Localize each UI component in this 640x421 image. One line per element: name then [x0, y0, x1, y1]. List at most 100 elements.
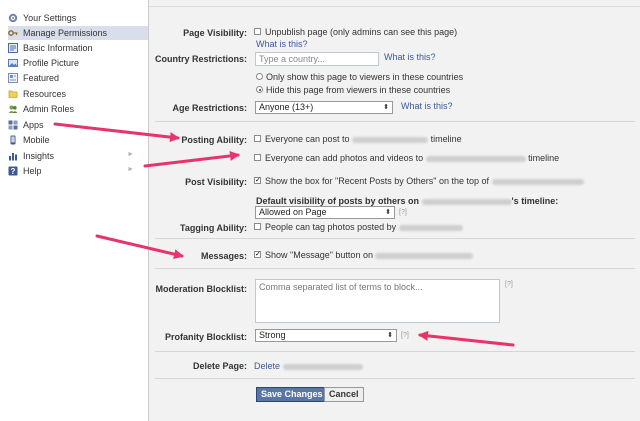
admin-roles-icon: [8, 104, 18, 114]
sidebar-item-admin-roles[interactable]: Admin Roles: [8, 102, 148, 116]
option-text: Everyone can add photos and videos to: [265, 153, 424, 163]
option-text: Show "Message" button on: [265, 250, 373, 260]
select-caret-icon: ⬍: [383, 104, 389, 111]
default-visibility-value: Allowed on Page: [259, 207, 327, 217]
sidebar-item-label: Manage Permissions: [23, 28, 108, 38]
profanity-blocklist-value: Strong: [259, 330, 286, 340]
only-show-countries-radio[interactable]: [256, 73, 263, 80]
page-visibility-help-link[interactable]: What is this?: [256, 39, 308, 49]
age-restrictions-help-link[interactable]: What is this?: [401, 101, 453, 111]
moderation-blocklist-textarea[interactable]: Comma separated list of terms to block..…: [255, 279, 500, 323]
sidebar-item-basic-information[interactable]: Basic Information: [8, 41, 148, 55]
save-changes-button[interactable]: Save Changes: [256, 387, 328, 402]
recent-posts-box-checkbox[interactable]: ✓: [254, 177, 261, 184]
sidebar-item-label: Insights: [23, 151, 55, 161]
sidebar-item-manage-permissions[interactable]: Manage Permissions: [8, 26, 148, 40]
age-restrictions-label: Age Restrictions:: [172, 103, 247, 113]
everyone-can-add-photos-text: Everyone can add photos and videos to ti…: [265, 153, 559, 163]
sidebar-item-label: Basic Information: [23, 43, 93, 53]
page-visibility-label: Page Visibility:: [183, 28, 247, 38]
moderation-blocklist-label: Moderation Blocklist:: [155, 284, 247, 294]
sidebar-item-resources[interactable]: Resources: [8, 87, 148, 101]
svg-text:?: ?: [11, 167, 16, 176]
redacted-page-name: [282, 363, 363, 370]
permissions-panel: Page Visibility: Unpublish page (only ad…: [148, 0, 640, 421]
sidebar: Your Settings Manage Permissions Basic I…: [0, 0, 148, 421]
help-marker[interactable]: [?]: [401, 332, 409, 339]
option-text: 's timeline:: [511, 196, 559, 206]
help-icon: ?: [8, 166, 18, 176]
chevron-right-icon: ►: [127, 166, 134, 173]
unpublish-page-text: Unpublish page (only admins can see this…: [265, 27, 458, 37]
divider: [149, 6, 640, 7]
everyone-can-post-text: Everyone can post to timeline: [265, 134, 462, 144]
recent-posts-box-text: Show the box for "Recent Posts by Others…: [265, 176, 584, 186]
people-can-tag-text: People can tag photos posted by: [265, 222, 463, 232]
option-text: timeline: [528, 153, 560, 163]
tagging-ability-label: Tagging Ability:: [180, 223, 247, 233]
mobile-icon: [8, 135, 18, 145]
sidebar-item-insights[interactable]: Insights ►: [8, 149, 148, 163]
key-icon: [8, 28, 18, 38]
country-restrictions-help-link[interactable]: What is this?: [384, 52, 436, 62]
sidebar-item-label: Featured: [23, 73, 60, 83]
option-text: Show the box for "Recent Posts by Others…: [265, 176, 490, 186]
redacted-page-name: [352, 136, 429, 143]
redacted-page-name: [425, 155, 526, 162]
option-text: Default visibility of posts by others on: [256, 196, 420, 206]
only-show-countries-text: Only show this page to viewers in these …: [266, 72, 464, 82]
option-text: People can tag photos posted by: [265, 222, 397, 232]
picture-icon: [8, 58, 18, 68]
everyone-can-post-checkbox[interactable]: [254, 135, 261, 142]
sidebar-item-featured[interactable]: Featured: [8, 71, 148, 85]
divider: [155, 268, 635, 269]
divider: [155, 351, 635, 352]
redacted-page-name: [491, 178, 584, 185]
gear-icon: [8, 13, 18, 23]
show-message-button-text: Show "Message" button on: [265, 250, 474, 260]
info-icon: [8, 43, 18, 53]
help-marker[interactable]: [?]: [505, 281, 513, 288]
sidebar-item-mobile[interactable]: Mobile: [8, 133, 148, 147]
sidebar-item-label: Profile Picture: [23, 58, 80, 68]
age-restrictions-select[interactable]: Anyone (13+) ⬍: [255, 101, 393, 114]
redacted-page-name: [398, 224, 463, 231]
help-marker[interactable]: [?]: [399, 209, 407, 216]
hide-countries-radio[interactable]: [256, 86, 263, 93]
country-input[interactable]: Type a country...: [255, 52, 379, 66]
select-caret-icon: ⬍: [385, 209, 391, 216]
delete-page-label: Delete Page:: [192, 361, 247, 371]
cancel-button[interactable]: Cancel: [324, 387, 364, 402]
sidebar-item-help[interactable]: ? Help ►: [8, 164, 148, 178]
default-visibility-text: Default visibility of posts by others on…: [256, 196, 558, 206]
apps-icon: [8, 120, 18, 130]
redacted-page-name: [421, 198, 512, 205]
country-restrictions-label: Country Restrictions:: [154, 54, 247, 64]
sidebar-item-profile-picture[interactable]: Profile Picture: [8, 56, 148, 70]
sidebar-item-label: Your Settings: [23, 13, 77, 23]
messages-label: Messages:: [200, 251, 247, 261]
redacted-page-name: [375, 252, 474, 259]
option-text: Everyone can post to: [265, 134, 350, 144]
chevron-right-icon: ►: [127, 151, 134, 158]
unpublish-page-checkbox[interactable]: [254, 28, 261, 35]
posting-ability-label: Posting Ability:: [181, 135, 247, 145]
divider: [155, 238, 635, 239]
divider: [155, 378, 635, 379]
sidebar-item-label: Apps: [23, 120, 44, 130]
insights-icon: [8, 151, 18, 161]
profanity-blocklist-select[interactable]: Strong ⬍: [255, 329, 397, 342]
delete-page-link[interactable]: Delete: [254, 361, 280, 371]
age-restrictions-value: Anyone (13+): [259, 102, 314, 112]
post-visibility-label: Post Visibility:: [185, 177, 247, 187]
sidebar-item-apps[interactable]: Apps: [8, 118, 148, 132]
hide-countries-text: Hide this page from viewers in these cou…: [266, 85, 451, 95]
sidebar-item-your-settings[interactable]: Your Settings: [8, 11, 148, 25]
show-message-button-checkbox[interactable]: ✓: [254, 251, 261, 258]
sidebar-item-label: Help: [23, 166, 42, 176]
default-visibility-select[interactable]: Allowed on Page ⬍: [255, 206, 395, 219]
everyone-can-add-photos-checkbox[interactable]: [254, 154, 261, 161]
people-can-tag-checkbox[interactable]: [254, 223, 261, 230]
featured-icon: [8, 73, 18, 83]
select-caret-icon: ⬍: [387, 332, 393, 339]
